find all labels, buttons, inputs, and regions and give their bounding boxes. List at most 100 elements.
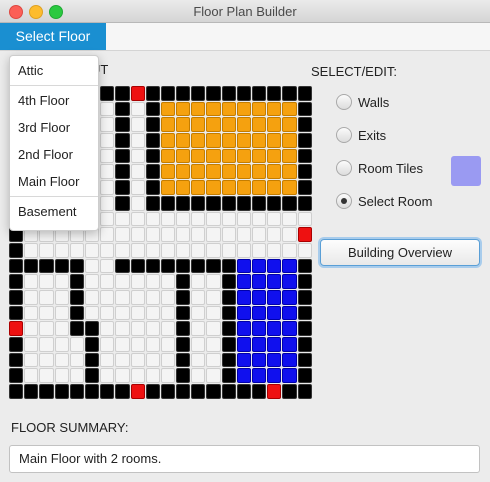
- room-tiles-radio-indicator[interactable]: [336, 160, 352, 176]
- empty-tile[interactable]: [54, 321, 69, 336]
- wall-tile[interactable]: [160, 384, 176, 399]
- exit-tile[interactable]: [267, 384, 282, 399]
- empty-tile[interactable]: [24, 242, 39, 258]
- room-tile[interactable]: [267, 289, 282, 305]
- room-tile[interactable]: [176, 180, 191, 195]
- wall-tile[interactable]: [236, 384, 251, 399]
- wall-tile[interactable]: [145, 148, 160, 164]
- room-tile[interactable]: [236, 321, 251, 336]
- room-tile[interactable]: [252, 164, 267, 180]
- empty-tile[interactable]: [39, 321, 54, 336]
- empty-tile[interactable]: [24, 337, 39, 352]
- wall-tile[interactable]: [176, 289, 191, 305]
- empty-tile[interactable]: [100, 195, 115, 211]
- wall-tile[interactable]: [297, 117, 312, 133]
- empty-tile[interactable]: [69, 352, 84, 368]
- wall-tile[interactable]: [54, 384, 69, 399]
- room-tile[interactable]: [236, 117, 251, 133]
- empty-tile[interactable]: [100, 352, 115, 368]
- room-tile[interactable]: [191, 101, 206, 117]
- wall-tile[interactable]: [221, 86, 236, 101]
- empty-tile[interactable]: [24, 274, 39, 289]
- wall-tile[interactable]: [54, 258, 69, 274]
- empty-tile[interactable]: [54, 274, 69, 289]
- empty-tile[interactable]: [130, 164, 145, 180]
- room-tile[interactable]: [267, 321, 282, 336]
- wall-tile[interactable]: [206, 384, 221, 399]
- wall-tile[interactable]: [297, 133, 312, 148]
- wall-tile[interactable]: [9, 274, 24, 289]
- empty-tile[interactable]: [252, 227, 267, 242]
- wall-tile[interactable]: [221, 368, 236, 384]
- room-tile[interactable]: [282, 148, 297, 164]
- empty-tile[interactable]: [221, 242, 236, 258]
- wall-tile[interactable]: [297, 384, 312, 399]
- wall-tile[interactable]: [267, 195, 282, 211]
- empty-tile[interactable]: [115, 211, 130, 227]
- empty-tile[interactable]: [130, 227, 145, 242]
- empty-tile[interactable]: [100, 368, 115, 384]
- empty-tile[interactable]: [54, 368, 69, 384]
- select-room-radio[interactable]: Select Room: [336, 191, 432, 211]
- walls-radio[interactable]: Walls: [336, 92, 389, 112]
- wall-tile[interactable]: [9, 368, 24, 384]
- wall-tile[interactable]: [176, 86, 191, 101]
- room-tile[interactable]: [236, 289, 251, 305]
- room-tile[interactable]: [282, 305, 297, 321]
- wall-tile[interactable]: [221, 384, 236, 399]
- wall-tile[interactable]: [145, 164, 160, 180]
- wall-tile[interactable]: [206, 195, 221, 211]
- wall-tile[interactable]: [145, 258, 160, 274]
- room-tile[interactable]: [282, 337, 297, 352]
- empty-tile[interactable]: [267, 227, 282, 242]
- empty-tile[interactable]: [282, 227, 297, 242]
- empty-tile[interactable]: [115, 352, 130, 368]
- wall-tile[interactable]: [145, 86, 160, 101]
- empty-tile[interactable]: [39, 242, 54, 258]
- wall-tile[interactable]: [176, 274, 191, 289]
- empty-tile[interactable]: [206, 274, 221, 289]
- room-tile[interactable]: [160, 180, 176, 195]
- wall-tile[interactable]: [176, 258, 191, 274]
- room-tile[interactable]: [282, 117, 297, 133]
- room-tile[interactable]: [191, 117, 206, 133]
- room-tile[interactable]: [267, 352, 282, 368]
- wall-tile[interactable]: [9, 352, 24, 368]
- wall-tile[interactable]: [236, 195, 251, 211]
- room-tile[interactable]: [252, 274, 267, 289]
- wall-tile[interactable]: [69, 384, 84, 399]
- empty-tile[interactable]: [191, 274, 206, 289]
- room-tile[interactable]: [282, 101, 297, 117]
- empty-tile[interactable]: [267, 242, 282, 258]
- wall-tile[interactable]: [115, 180, 130, 195]
- empty-tile[interactable]: [206, 289, 221, 305]
- room-tile[interactable]: [221, 180, 236, 195]
- wall-tile[interactable]: [130, 258, 145, 274]
- wall-tile[interactable]: [69, 289, 84, 305]
- wall-tile[interactable]: [24, 258, 39, 274]
- room-tile[interactable]: [282, 274, 297, 289]
- wall-tile[interactable]: [297, 274, 312, 289]
- empty-tile[interactable]: [145, 352, 160, 368]
- empty-tile[interactable]: [54, 352, 69, 368]
- empty-tile[interactable]: [191, 368, 206, 384]
- empty-tile[interactable]: [84, 258, 100, 274]
- room-tile[interactable]: [252, 258, 267, 274]
- room-tile[interactable]: [236, 368, 251, 384]
- room-tile[interactable]: [282, 321, 297, 336]
- wall-tile[interactable]: [145, 195, 160, 211]
- wall-tile[interactable]: [115, 101, 130, 117]
- room-tile[interactable]: [282, 368, 297, 384]
- room-tile[interactable]: [160, 117, 176, 133]
- wall-tile[interactable]: [115, 258, 130, 274]
- wall-tile[interactable]: [84, 321, 100, 336]
- room-tile[interactable]: [267, 305, 282, 321]
- room-tile[interactable]: [236, 148, 251, 164]
- wall-tile[interactable]: [176, 305, 191, 321]
- empty-tile[interactable]: [252, 242, 267, 258]
- empty-tile[interactable]: [145, 368, 160, 384]
- room-tile[interactable]: [282, 258, 297, 274]
- wall-tile[interactable]: [100, 86, 115, 101]
- empty-tile[interactable]: [54, 305, 69, 321]
- empty-tile[interactable]: [24, 368, 39, 384]
